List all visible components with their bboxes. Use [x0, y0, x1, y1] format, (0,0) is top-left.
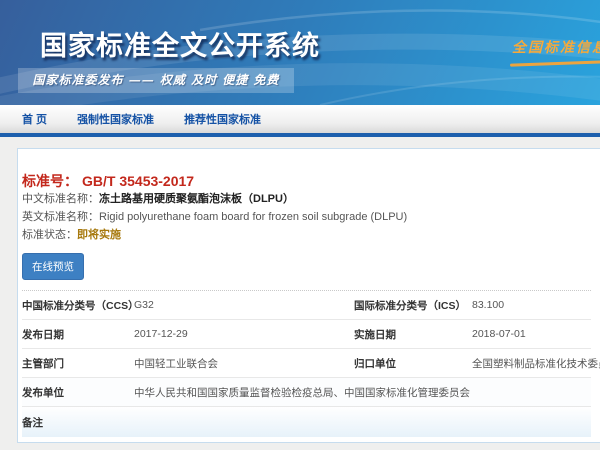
standard-metadata-table: 中国标准分类号（CCS） G32 国际标准分类号（ICS） 83.100 发布日… — [22, 291, 591, 437]
implement-date-value: 2018-07-01 — [472, 328, 591, 340]
status-badge: 即将实施 — [77, 229, 121, 241]
table-row-departments: 主管部门 中国轻工业联合会 归口单位 全国塑料制品标准化技术委员会 — [22, 349, 591, 378]
site-title: 国家标准全文公开系统 — [40, 24, 320, 63]
implement-date-label: 实施日期 — [354, 327, 472, 342]
chinese-name-value: 冻土路基用硬质聚氨酯泡沫板（DLPU） — [99, 193, 294, 205]
table-row-dates: 发布日期 2017-12-29 实施日期 2018-07-01 — [22, 320, 591, 349]
publish-date-label: 发布日期 — [22, 327, 134, 342]
page-body: 标准号：GB/T 35453-2017 中文标准名称：冻土路基用硬质聚氨酯泡沫板… — [0, 137, 600, 450]
ics-label: 国际标准分类号（ICS） — [354, 298, 472, 313]
remarks-label: 备注 — [22, 415, 134, 430]
ccs-value: G32 — [134, 299, 354, 311]
table-row-classification: 中国标准分类号（CCS） G32 国际标准分类号（ICS） 83.100 — [22, 291, 591, 320]
publish-date-value: 2017-12-29 — [134, 328, 354, 340]
header-banner: 国家标准全文公开系统 国家标准委发布 —— 权威 及时 便捷 免费 全国标准信息… — [0, 0, 600, 105]
chinese-name-label: 中文标准名称： — [22, 193, 99, 205]
english-name-value: Rigid polyurethane foam board for frozen… — [99, 211, 407, 223]
status-label: 标准状态： — [22, 229, 77, 241]
english-name-row: 英文标准名称：Rigid polyurethane foam board for… — [22, 209, 591, 226]
standard-detail-card: 标准号：GB/T 35453-2017 中文标准名称：冻土路基用硬质聚氨酯泡沫板… — [17, 148, 600, 443]
committee-value: 全国塑料制品标准化技术委员会 — [472, 356, 600, 371]
nav-item-mandatory-standards[interactable]: 强制性国家标准 — [77, 111, 154, 127]
main-navigation: 首 页 强制性国家标准 推荐性国家标准 — [0, 105, 600, 133]
standard-number-label: 标准号： — [22, 173, 78, 189]
ccs-label: 中国标准分类号（CCS） — [22, 298, 134, 313]
table-row-publisher: 发布单位 中华人民共和国国家质量监督检验检疫总局、中国国家标准化管理委员会 — [22, 378, 591, 407]
site-subtitle: 国家标准委发布 —— 权威 及时 便捷 免费 — [18, 68, 294, 93]
publisher-value: 中华人民共和国国家质量监督检验检疫总局、中国国家标准化管理委员会 — [134, 385, 591, 400]
english-name-label: 英文标准名称： — [22, 211, 99, 223]
table-row-remarks: 备注 — [22, 407, 591, 437]
standard-number-heading: 标准号：GB/T 35453-2017 — [22, 149, 591, 189]
ics-value: 83.100 — [472, 299, 591, 311]
platform-slogan-link[interactable]: 全国标准信息公 — [512, 37, 600, 59]
nav-item-recommended-standards[interactable]: 推荐性国家标准 — [184, 111, 261, 127]
committee-label: 归口单位 — [354, 356, 472, 371]
chinese-name-row: 中文标准名称：冻土路基用硬质聚氨酯泡沫板（DLPU） — [22, 191, 591, 208]
standard-number-value: GB/T 35453-2017 — [82, 173, 194, 189]
standard-name-fields: 中文标准名称：冻土路基用硬质聚氨酯泡沫板（DLPU） 英文标准名称：Rigid … — [22, 191, 591, 244]
authority-label: 主管部门 — [22, 356, 134, 371]
status-row: 标准状态：即将实施 — [22, 227, 591, 244]
online-preview-button[interactable]: 在线预览 — [22, 253, 84, 280]
nav-item-home[interactable]: 首 页 — [22, 111, 47, 127]
authority-value: 中国轻工业联合会 — [134, 356, 354, 371]
publisher-label: 发布单位 — [22, 385, 134, 400]
